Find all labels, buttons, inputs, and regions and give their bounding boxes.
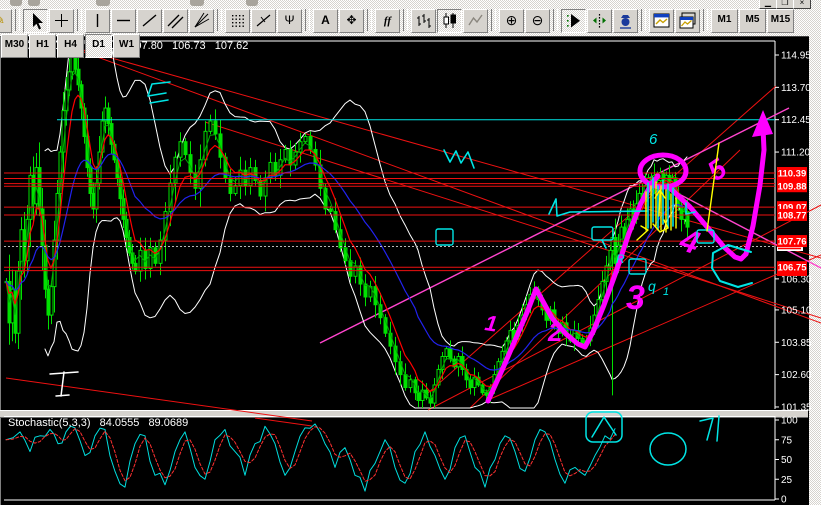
tool-new-chart-button[interactable] (649, 9, 674, 33)
new-chart-icon (652, 11, 671, 30)
vertical-line-icon (88, 11, 107, 30)
bars-icon (414, 11, 433, 30)
auto-scroll-icon (590, 11, 609, 30)
tool-crosshair-button[interactable] (49, 9, 74, 33)
tool-line-chart-button[interactable] (463, 9, 488, 33)
crosshair-icon (52, 11, 71, 30)
toolbar-separator (15, 9, 20, 31)
tool-zoom-out-button[interactable]: ⊖ (525, 9, 550, 33)
chart-window-icon (678, 11, 697, 30)
low-value: 106.73 (172, 40, 206, 52)
toolbar-separator (403, 9, 408, 31)
tool-fibo-fan-button[interactable] (189, 9, 214, 33)
tool-channel-button[interactable] (163, 9, 188, 33)
toolbar: ✎ΨA✥ff⊕⊖M1M5M15M30H1H4D1W1 (0, 8, 821, 35)
indicator-title: Stochastic(5,3,3) 84.0555 89.0689 (8, 417, 194, 429)
chart-window[interactable] (0, 36, 809, 505)
cut-icon-stub (190, 0, 204, 6)
tool-pitchfork-button[interactable]: Ψ (277, 9, 302, 33)
tool-pencil-button[interactable]: ✎ (0, 9, 12, 33)
top-strip: ▁❐× (0, 0, 821, 8)
toolbar-separator (305, 9, 310, 31)
indicator-label: Stochastic(5,3,3) (8, 417, 91, 429)
stoch-k-value: 84.0555 (100, 417, 140, 429)
cut-icon-stub (28, 0, 40, 6)
tool-arrows-button[interactable]: ✥ (339, 9, 364, 33)
tool-auto-scroll-button[interactable] (587, 9, 612, 33)
tool-candles-button[interactable] (437, 9, 462, 33)
tool-horizontal-line-button[interactable] (111, 9, 136, 33)
tool-gann-line-button[interactable] (251, 9, 276, 33)
tool-vertical-line-button[interactable] (85, 9, 110, 33)
tool-shift-end-button[interactable] (561, 9, 586, 33)
gann-line-icon (254, 11, 273, 30)
toolbar-separator (217, 9, 222, 31)
timeframe-m1-button[interactable]: M1 (711, 9, 738, 33)
toolbar-separator (553, 9, 558, 31)
fonts-icon: ff (384, 15, 391, 27)
toolbar-separator (703, 9, 708, 31)
tool-fonts-button[interactable]: ff (375, 9, 400, 33)
fibo-grid-icon (228, 11, 247, 30)
zoom-in-icon: ⊕ (506, 12, 518, 28)
horizontal-line-icon (114, 11, 133, 30)
tool-bars-button[interactable] (411, 9, 436, 33)
timeframe-h4-button[interactable]: H4 (57, 34, 84, 58)
close-value: 107.62 (215, 40, 249, 52)
tool-fibo-grid-button[interactable] (225, 9, 250, 33)
tool-trendline-button[interactable] (137, 9, 162, 33)
tool-cursor-button[interactable] (23, 9, 48, 33)
line-chart-icon (466, 11, 485, 30)
toolbar-separator (491, 9, 496, 31)
trendline-icon (140, 11, 159, 30)
metatrader-screen: ▁❐× ✎ΨA✥ff⊕⊖M1M5M15M30H1H4D1W1 114.95113… (0, 0, 821, 505)
arrows-icon: ✥ (346, 13, 356, 27)
cut-icon-stub (96, 0, 110, 6)
toolbar-separator (641, 9, 646, 31)
cursor-icon (26, 11, 45, 30)
channel-icon (166, 11, 185, 30)
shift-end-icon (564, 11, 583, 30)
timeframe-d1-button[interactable]: D1 (85, 34, 112, 58)
timeframe-m30-button[interactable]: M30 (1, 34, 28, 58)
timeframe-m5-button[interactable]: M5 (739, 9, 766, 33)
tool-zoom-in-button[interactable]: ⊕ (499, 9, 524, 33)
tool-text-button[interactable]: A (313, 9, 338, 33)
cut-icon-stub (246, 0, 258, 6)
cut-icon-stub (10, 0, 22, 6)
text-icon: A (321, 13, 330, 27)
expert-icon (616, 11, 635, 30)
pitchfork-icon: Ψ (284, 13, 294, 27)
timeframe-w1-button[interactable]: W1 (113, 34, 140, 58)
toolbar-separator (77, 9, 82, 31)
tool-chart-window-button[interactable] (675, 9, 700, 33)
tool-expert-button[interactable] (613, 9, 638, 33)
stoch-d-value: 89.0689 (148, 417, 188, 429)
toolbar-separator (367, 9, 372, 31)
zoom-out-icon: ⊖ (532, 12, 544, 28)
fibo-fan-icon (192, 11, 211, 30)
pencil-icon: ✎ (0, 12, 5, 27)
candles-icon (440, 11, 459, 30)
timeframe-h1-button[interactable]: H1 (29, 34, 56, 58)
timeframe-m15-button[interactable]: M15 (767, 9, 794, 33)
